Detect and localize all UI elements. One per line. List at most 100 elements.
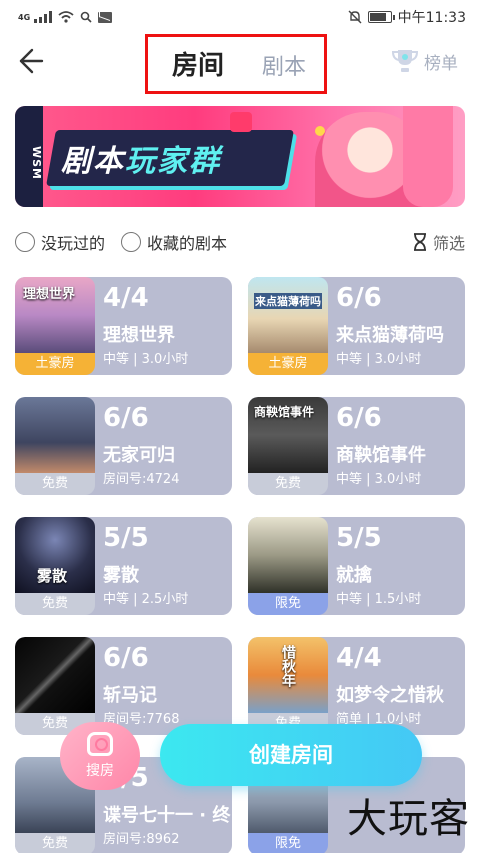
tab-scripts[interactable]: 剧本 — [262, 49, 306, 81]
tab-switcher: 房间 剧本 — [145, 34, 327, 94]
script-name: 理想世界 — [103, 325, 175, 346]
app-screen: 4G 中午11:33 房间 剧本 榜单 WSM 剧本玩家群 没玩过的 收藏的剧本… — [0, 0, 480, 853]
signal-icon — [34, 11, 53, 23]
radio-circle-icon — [15, 232, 35, 252]
room-meta: 房间号:4724 — [103, 472, 180, 487]
room-card[interactable]: 雾散 免费 5/5 雾散 中等 | 2.5小时 — [15, 517, 232, 615]
cover-title: 来点猫薄荷吗 — [254, 293, 322, 309]
cover-title: 理想世界 — [23, 287, 76, 302]
trophy-icon — [391, 50, 419, 72]
script-name: 谍号七十一 · 终 — [103, 805, 231, 826]
room-tag: 免费 — [15, 593, 95, 615]
search-room-button[interactable]: 搜房 — [60, 722, 140, 790]
banner-side-text: WSM — [15, 106, 43, 207]
room-tag: 土豪房 — [248, 353, 328, 375]
ranking-label: 榜单 — [424, 53, 458, 74]
top-nav: 房间 剧本 榜单 — [0, 34, 480, 94]
cover-title: 雾散 — [37, 567, 68, 585]
script-name: 斩马记 — [103, 685, 157, 706]
hourglass-icon — [413, 233, 426, 251]
promo-banner[interactable]: WSM 剧本玩家群 — [15, 106, 465, 207]
player-count: 4/4 — [103, 283, 149, 313]
mail-icon — [98, 11, 113, 23]
banner-title-main: 剧本 — [61, 144, 125, 179]
radio-circle-icon — [121, 232, 142, 252]
filter-favorites[interactable]: 收藏的剧本 — [121, 230, 227, 254]
wifi-icon — [58, 11, 74, 23]
cover-art — [248, 277, 328, 353]
mute-bell-icon — [348, 10, 362, 24]
room-meta: 中等 | 3.0小时 — [336, 352, 422, 367]
filter-button-label: 筛选 — [432, 234, 465, 253]
room-cover: 商鞅馆事件 免费 — [248, 397, 328, 495]
heart-icon — [230, 112, 252, 132]
player-count: 6/6 — [336, 283, 382, 313]
room-meta: 中等 | 1.5小时 — [336, 592, 422, 607]
watermark: 大玩客 — [347, 796, 470, 842]
room-tag: 土豪房 — [15, 353, 95, 375]
room-meta: 房间号:8962 — [103, 832, 180, 847]
room-card[interactable]: 惜秋年 免费 4/4 如梦令之惜秋 简单 | 1.0小时 — [248, 637, 465, 735]
cover-title: 商鞅馆事件 — [254, 405, 315, 419]
room-tag: 免费 — [248, 473, 328, 495]
cover-art — [15, 637, 95, 713]
script-name: 商鞅馆事件 — [336, 445, 426, 466]
tab-scripts-label: 剧本 — [262, 55, 307, 80]
cover-art — [15, 397, 95, 473]
room-card[interactable]: 免费 6/6 斩马记 房间号:7768 — [15, 637, 232, 735]
battery-icon — [367, 11, 395, 23]
tab-rooms[interactable]: 房间 — [166, 45, 231, 82]
room-card[interactable]: 理想世界 土豪房 4/4 理想世界 中等 | 3.0小时 — [15, 277, 232, 375]
room-cover: 来点猫薄荷吗 土豪房 — [248, 277, 328, 375]
clock: 中午11:33 — [397, 10, 466, 26]
banner-title: 剧本玩家群 — [61, 136, 221, 180]
room-cover: 免费 — [15, 637, 95, 735]
status-bar: 4G 中午11:33 — [0, 0, 480, 34]
room-card[interactable]: 来点猫薄荷吗 土豪房 6/6 来点猫薄荷吗 中等 | 3.0小时 — [248, 277, 465, 375]
room-meta: 中等 | 3.0小时 — [103, 352, 189, 367]
filter-favorites-label: 收藏的剧本 — [147, 234, 228, 253]
room-cover: 雾散 免费 — [15, 517, 95, 615]
room-card[interactable]: 限免 5/5 就擒 中等 | 1.5小时 — [248, 517, 465, 615]
filter-not-played-label: 没玩过的 — [41, 234, 106, 253]
room-tag: 免费 — [15, 833, 95, 853]
search-room-label: 搜房 — [86, 763, 114, 779]
back-arrow-icon[interactable] — [16, 46, 46, 76]
status-left: 4G — [18, 11, 113, 23]
script-name: 就擒 — [336, 565, 372, 586]
room-meta: 中等 | 3.0小时 — [336, 472, 422, 487]
tab-rooms-label: 房间 — [172, 51, 225, 81]
room-tag: 限免 — [248, 833, 328, 853]
player-count: 5/5 — [336, 523, 382, 553]
banner-title-accent: 玩家群 — [125, 144, 221, 179]
room-cover: 免费 — [15, 397, 95, 495]
player-count: 6/6 — [103, 403, 149, 433]
room-card[interactable]: 免费 6/6 无家可归 房间号:4724 — [15, 397, 232, 495]
filter-not-played[interactable]: 没玩过的 — [15, 230, 105, 254]
room-cover: 理想世界 土豪房 — [15, 277, 95, 375]
network-type: 4G — [18, 12, 31, 22]
script-name: 无家可归 — [103, 445, 175, 466]
player-count: 6/6 — [336, 403, 382, 433]
filter-row: 没玩过的 收藏的剧本 筛选 — [15, 228, 465, 256]
player-count: 4/4 — [336, 643, 382, 673]
ranking-button[interactable]: 榜单 — [390, 48, 458, 74]
create-room-button[interactable]: 创建房间 — [160, 724, 422, 786]
create-room-label: 创建房间 — [249, 743, 333, 767]
filter-button[interactable]: 筛选 — [413, 230, 465, 254]
cover-art — [248, 517, 328, 593]
house-search-icon — [87, 732, 113, 756]
script-name: 来点猫薄荷吗 — [336, 325, 444, 346]
room-tag: 限免 — [248, 593, 328, 615]
search-notification-icon — [80, 11, 92, 23]
room-card[interactable]: 商鞅馆事件 免费 6/6 商鞅馆事件 中等 | 3.0小时 — [248, 397, 465, 495]
room-cover: 限免 — [248, 517, 328, 615]
player-count: 6/6 — [103, 643, 149, 673]
player-count: 5/5 — [103, 523, 149, 553]
script-name: 雾散 — [103, 565, 139, 586]
cover-title: 惜秋年 — [280, 645, 296, 687]
room-meta: 中等 | 2.5小时 — [103, 592, 189, 607]
script-name: 如梦令之惜秋 — [336, 685, 444, 706]
status-right: 中午11:33 — [348, 7, 466, 27]
room-cover: 惜秋年 免费 — [248, 637, 328, 735]
